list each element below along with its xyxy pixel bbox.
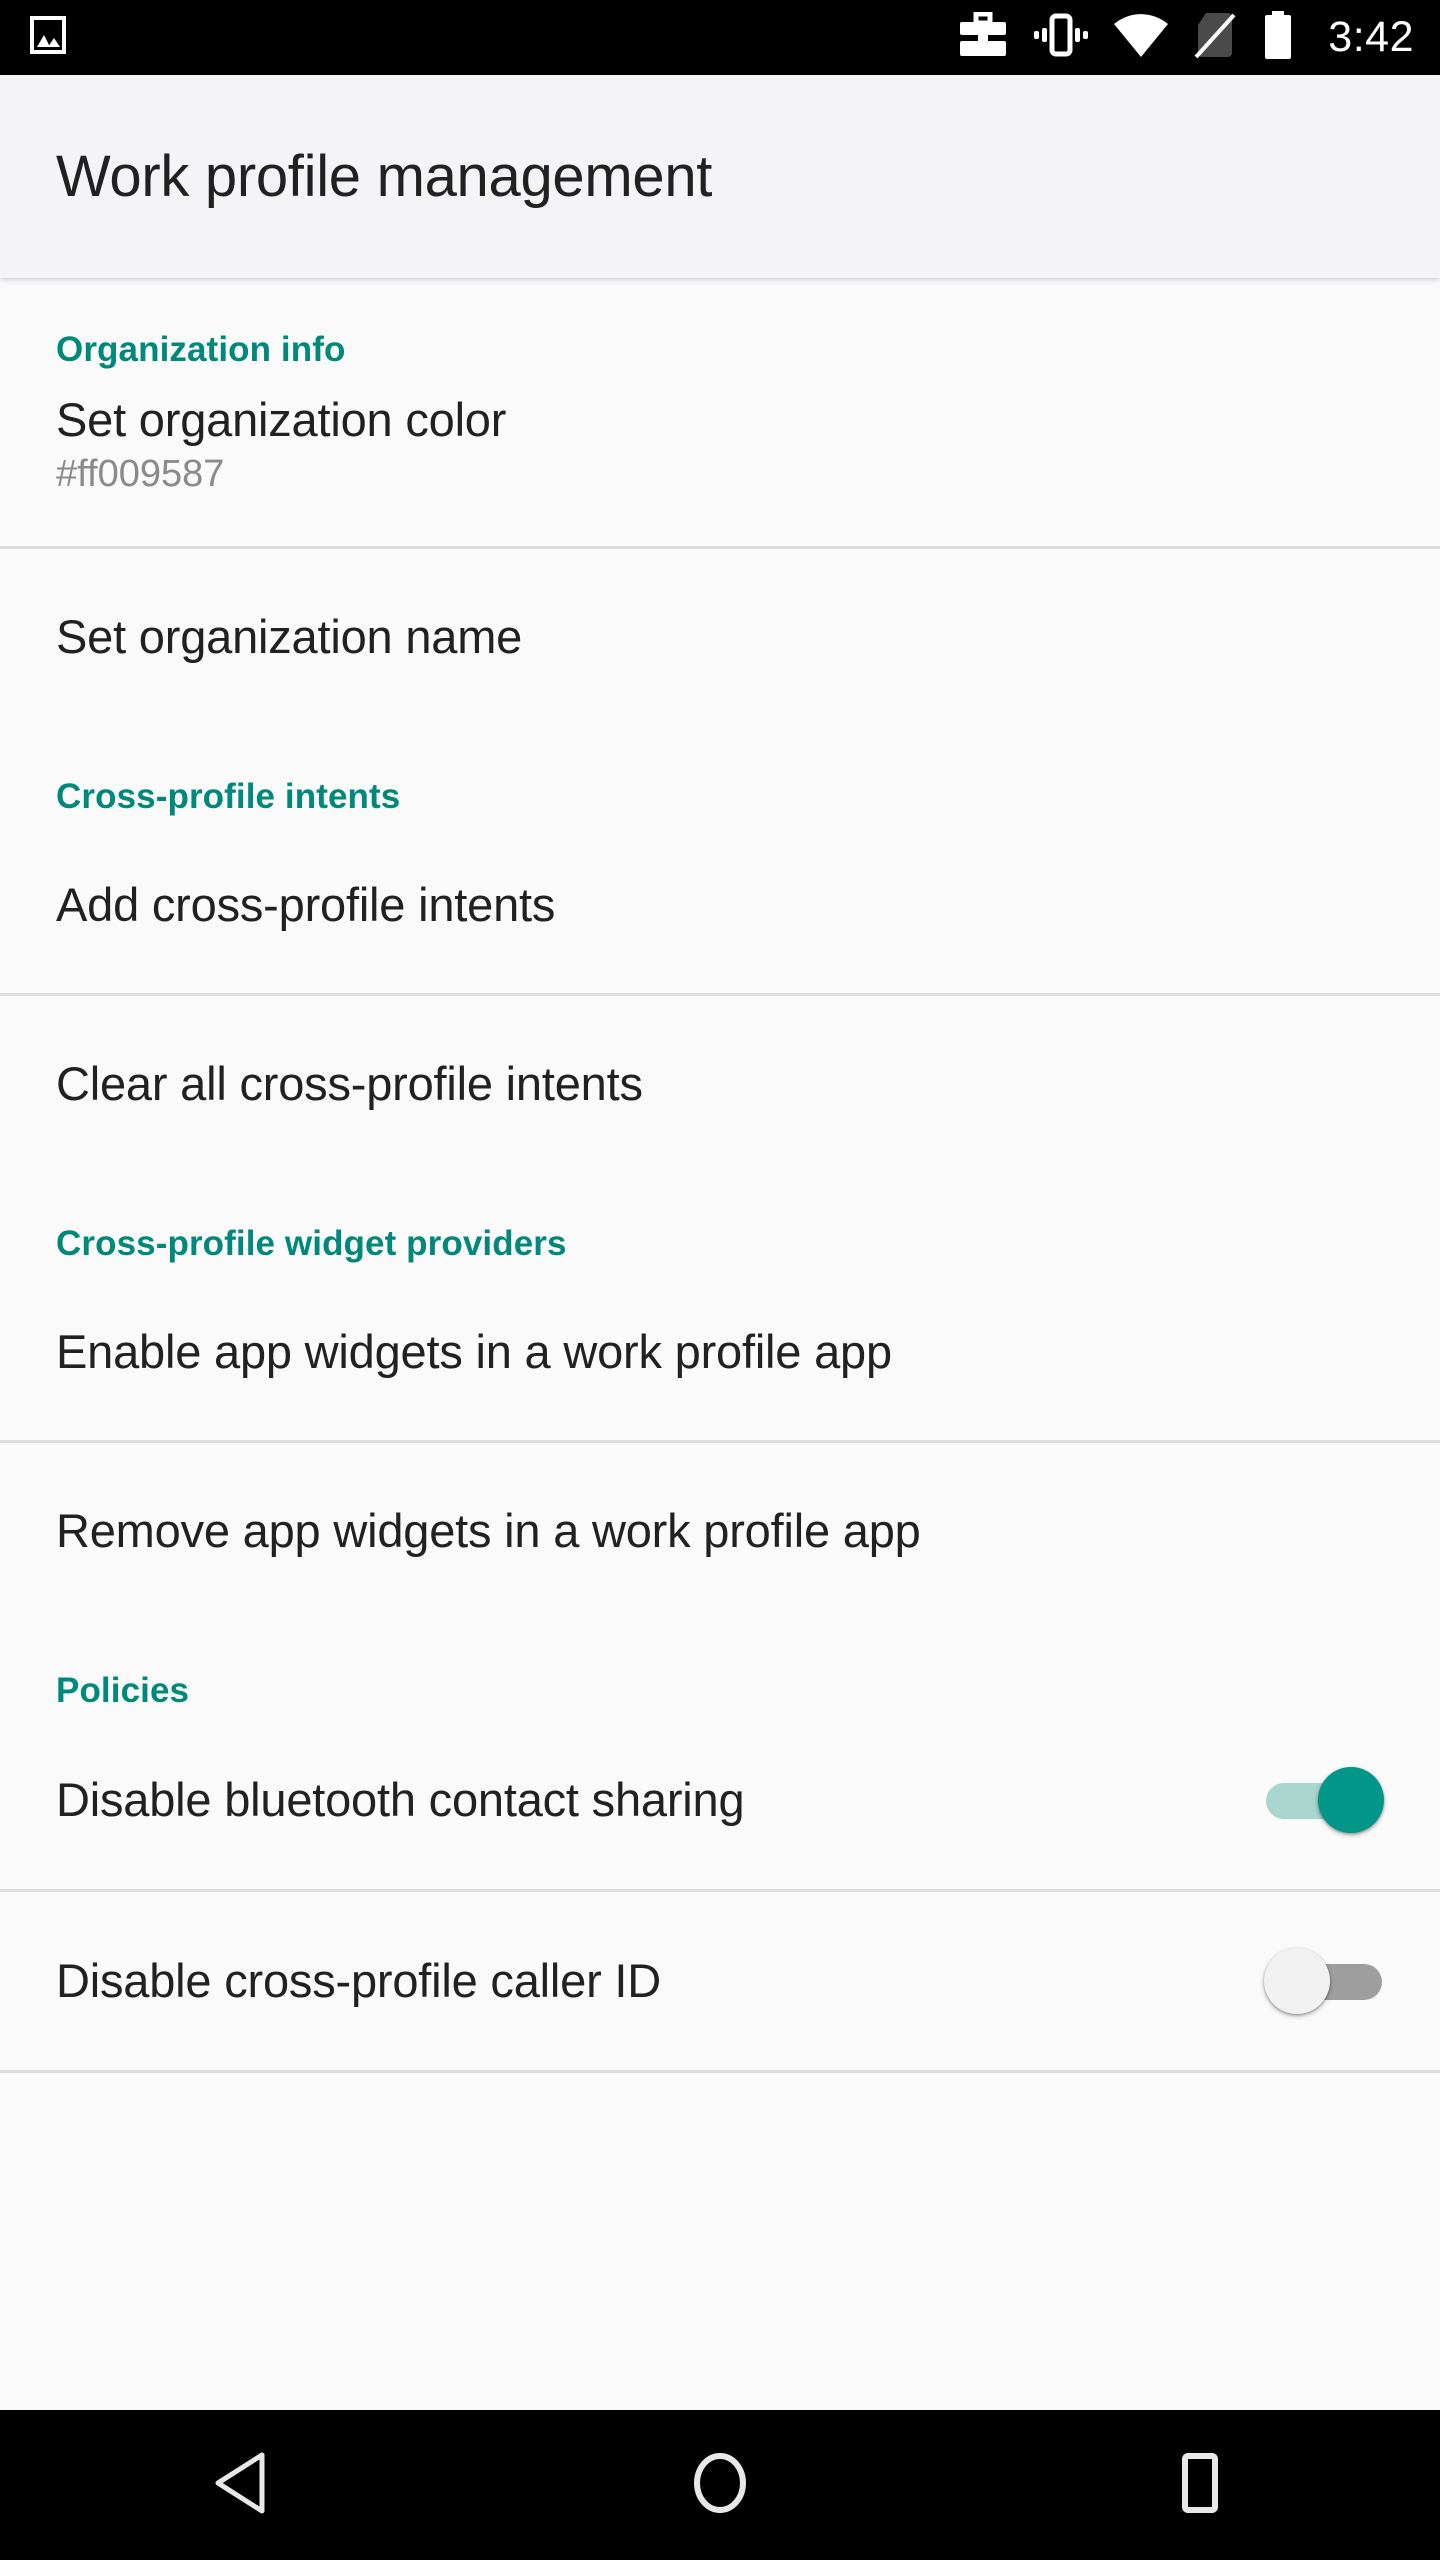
preference-title: Clear all cross-profile intents bbox=[56, 1057, 643, 1111]
status-bar: 3:42 bbox=[0, 0, 1440, 75]
switch-thumb bbox=[1318, 1767, 1384, 1833]
section-header-cross-profile-intents: Cross-profile intents bbox=[56, 777, 401, 816]
preference-set-organization-name[interactable]: Set organization name bbox=[0, 549, 1440, 725]
preference-clear-all-cross-profile-intents[interactable]: Clear all cross-profile intents bbox=[0, 996, 1440, 1172]
preference-remove-app-widgets[interactable]: Remove app widgets in a work profile app bbox=[0, 1443, 1440, 1619]
preference-disable-bluetooth-contact-sharing[interactable]: Disable bluetooth contact sharing bbox=[0, 1711, 1440, 1889]
preference-add-cross-profile-intents[interactable]: Add cross-profile intents bbox=[0, 817, 1440, 993]
battery-icon bbox=[1262, 11, 1294, 64]
section-header-cross-profile-widget-providers: Cross-profile widget providers bbox=[56, 1224, 567, 1263]
recents-button[interactable] bbox=[1105, 2410, 1295, 2560]
switch-disable-cross-profile-caller-id[interactable] bbox=[1264, 1948, 1384, 2014]
back-button[interactable] bbox=[145, 2410, 335, 2560]
recents-square-icon bbox=[1173, 2452, 1227, 2519]
status-bar-system-icons: 3:42 bbox=[958, 11, 1414, 64]
home-button[interactable] bbox=[625, 2410, 815, 2560]
preference-disable-cross-profile-caller-id[interactable]: Disable cross-profile caller ID bbox=[0, 1892, 1440, 2070]
preference-title: Remove app widgets in a work profile app bbox=[56, 1504, 921, 1558]
android-screen: 3:42 Work profile management Organizatio… bbox=[0, 0, 1440, 2560]
switch-disable-bluetooth-contact-sharing[interactable] bbox=[1264, 1767, 1384, 1833]
preference-summary: #ff009587 bbox=[56, 453, 225, 496]
preference-title: Set organization name bbox=[56, 610, 523, 664]
preference-enable-app-widgets[interactable]: Enable app widgets in a work profile app bbox=[0, 1264, 1440, 1440]
preference-title: Disable cross-profile caller ID bbox=[56, 1954, 661, 2008]
no-sim-icon bbox=[1194, 11, 1236, 64]
preference-set-organization-color[interactable]: Set organization color #ff009587 bbox=[0, 370, 1440, 546]
preference-title: Add cross-profile intents bbox=[56, 878, 556, 932]
back-triangle-icon bbox=[212, 2452, 268, 2519]
home-circle-icon bbox=[689, 2452, 751, 2519]
status-bar-notification-icons bbox=[30, 16, 66, 59]
system-navigation-bar bbox=[0, 2410, 1440, 2560]
wifi-icon bbox=[1114, 13, 1169, 62]
preference-title: Enable app widgets in a work profile app bbox=[56, 1325, 892, 1379]
vibrate-icon bbox=[1034, 12, 1089, 63]
list-divider bbox=[0, 2070, 1440, 2073]
preference-title: Disable bluetooth contact sharing bbox=[56, 1773, 745, 1827]
section-header-organization-info: Organization info bbox=[56, 330, 346, 369]
app-toolbar: Work profile management bbox=[0, 75, 1440, 278]
page-title: Work profile management bbox=[56, 144, 713, 209]
screenshot-image-icon bbox=[30, 16, 66, 59]
work-profile-briefcase-icon bbox=[958, 11, 1008, 63]
preference-title: Set organization color bbox=[56, 393, 507, 446]
section-header-policies: Policies bbox=[56, 1671, 190, 1710]
preference-list[interactable]: Organization info Set organization color… bbox=[0, 278, 1440, 2410]
status-bar-clock: 3:42 bbox=[1328, 13, 1414, 61]
switch-thumb bbox=[1264, 1948, 1330, 2014]
